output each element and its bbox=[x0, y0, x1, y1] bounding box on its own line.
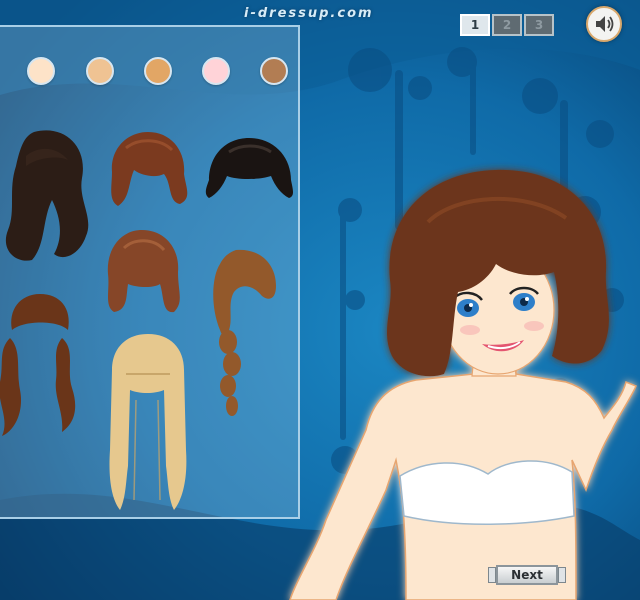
skin-tone-light[interactable] bbox=[86, 57, 114, 85]
speaker-icon bbox=[596, 16, 614, 32]
page-tab-label: 2 bbox=[502, 18, 512, 32]
hairstyle-auburn-shoulder[interactable] bbox=[102, 226, 186, 318]
hairstyle-brown-braid[interactable] bbox=[206, 246, 282, 420]
game-stage: i-dressup.com 1 2 3 Next bbox=[0, 0, 640, 600]
hairstyle-brown-pigtails[interactable] bbox=[0, 290, 86, 440]
next-button-right-cap bbox=[558, 567, 566, 583]
page-tab-label: 3 bbox=[534, 18, 544, 32]
page-tab-label: 1 bbox=[470, 18, 480, 32]
page-tab-1[interactable]: 1 bbox=[460, 14, 490, 36]
sound-toggle-button[interactable] bbox=[586, 6, 622, 42]
hairstyle-long-black-wavy[interactable] bbox=[0, 126, 102, 266]
skin-tone-fair[interactable] bbox=[27, 57, 55, 85]
hairstyle-blonde-long-straight[interactable] bbox=[106, 330, 190, 512]
page-tabs: 1 2 3 bbox=[460, 13, 554, 37]
site-title: i-dressup.com bbox=[244, 6, 374, 21]
next-button[interactable]: Next bbox=[488, 563, 566, 587]
skin-tone-pink[interactable] bbox=[202, 57, 230, 85]
page-tab-3[interactable]: 3 bbox=[524, 14, 554, 36]
next-button-label: Next bbox=[496, 565, 558, 585]
hairstyle-auburn-bob[interactable] bbox=[106, 130, 192, 210]
dressup-model bbox=[289, 169, 637, 600]
skin-tone-brown[interactable] bbox=[260, 57, 288, 85]
skin-tone-tan[interactable] bbox=[144, 57, 172, 85]
next-button-left-cap bbox=[488, 567, 496, 583]
page-tab-2[interactable]: 2 bbox=[492, 14, 522, 36]
